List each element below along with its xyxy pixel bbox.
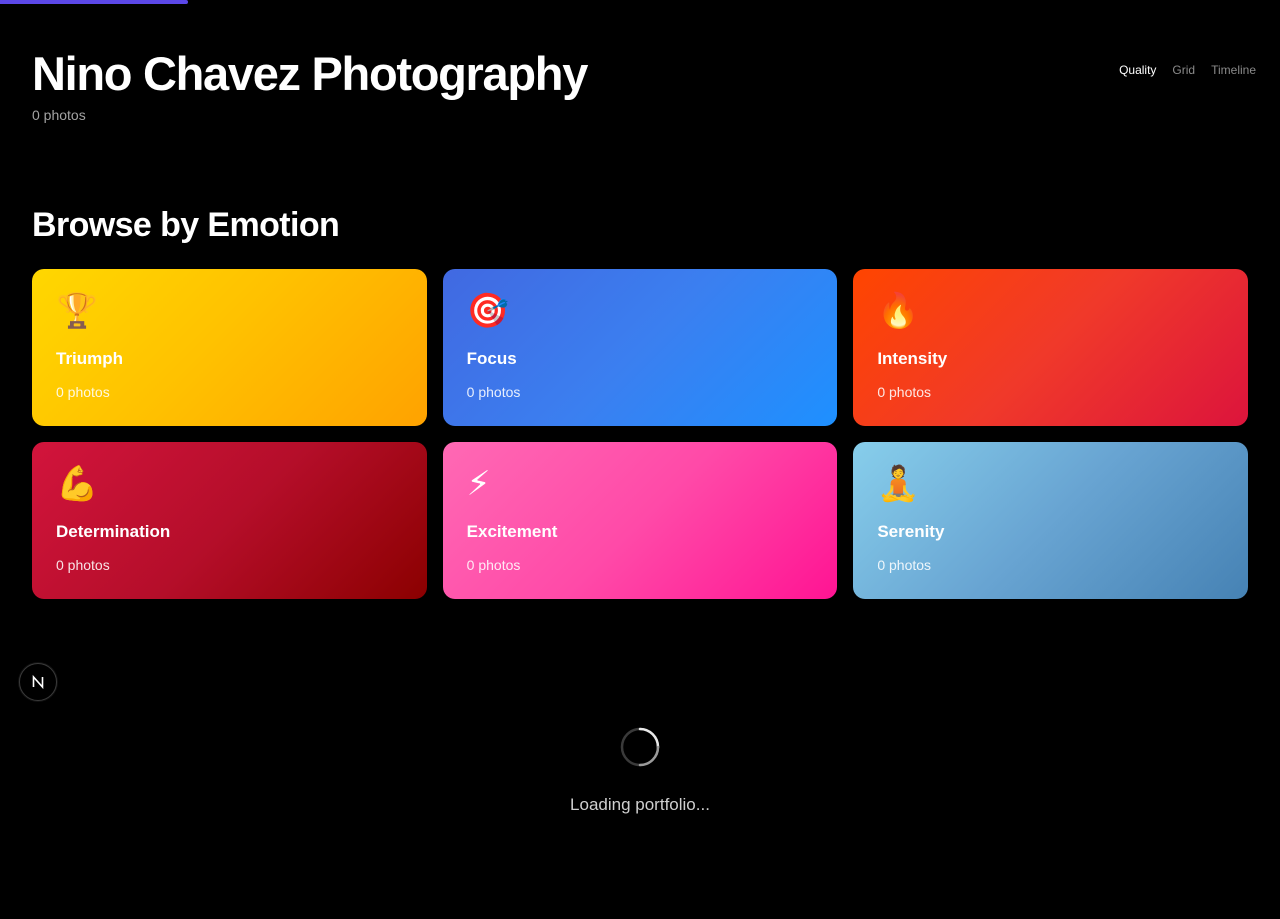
emotion-card-label: Focus (466, 349, 517, 368)
emotion-card-label: Triumph (56, 349, 124, 368)
emotion-card-count: 0 photos (877, 384, 932, 400)
emotion-card-label: Determination (56, 522, 171, 541)
target-icon: 🎯 (466, 292, 509, 330)
emotion-card-label: Excitement (466, 522, 558, 541)
view-timeline-link[interactable]: Timeline (1211, 62, 1256, 78)
flexed-biceps-icon: 💪 (56, 465, 99, 503)
emotion-card-count: 0 photos (56, 557, 110, 573)
nextjs-logo-icon (32, 674, 44, 690)
emotion-card-focus[interactable]: 🎯 Focus 0 photos (442, 269, 838, 426)
page: Nino Chavez Photography 0 photos Quality… (0, 0, 1280, 919)
site-photo-count: 0 photos (32, 107, 86, 123)
emotion-card-label: Serenity (877, 522, 945, 541)
emotion-card-count: 0 photos (466, 557, 521, 573)
view-grid-link[interactable]: Grid (1172, 62, 1195, 78)
emotion-card-intensity[interactable]: 🔥 Intensity 0 photos (853, 269, 1248, 426)
emotion-card-label: Intensity (877, 349, 948, 368)
browse-by-emotion-heading: Browse by Emotion (32, 206, 340, 244)
emotion-card-triumph[interactable]: 🏆 Triumph 0 photos (32, 269, 427, 426)
emotion-card-grid: 🏆 Triumph 0 photos 🎯 Focus 0 photos 🔥 In… (32, 269, 1248, 599)
emotion-card-count: 0 photos (56, 384, 110, 400)
nextjs-dev-indicator-button[interactable] (19, 663, 57, 701)
loading-spinner-icon (620, 727, 660, 767)
lightning-icon: ⚡ (466, 465, 491, 503)
emotion-card-serenity[interactable]: 🧘 Serenity 0 photos (853, 442, 1248, 599)
emotion-card-count: 0 photos (877, 557, 932, 573)
trophy-icon: 🏆 (56, 292, 99, 330)
view-switcher: Quality Grid Timeline (1119, 62, 1256, 78)
page-load-progress-bar (0, 0, 188, 4)
emotion-card-count: 0 photos (466, 384, 521, 400)
emotion-card-excitement[interactable]: ⚡ Excitement 0 photos (442, 442, 838, 599)
loading-status-text: Loading portfolio... (570, 795, 710, 814)
emotion-card-determination[interactable]: 💪 Determination 0 photos (32, 442, 427, 599)
view-quality-link[interactable]: Quality (1119, 62, 1156, 78)
fire-icon: 🔥 (877, 292, 920, 330)
site-title: Nino Chavez Photography (32, 47, 588, 100)
meditation-icon: 🧘 (877, 465, 920, 503)
